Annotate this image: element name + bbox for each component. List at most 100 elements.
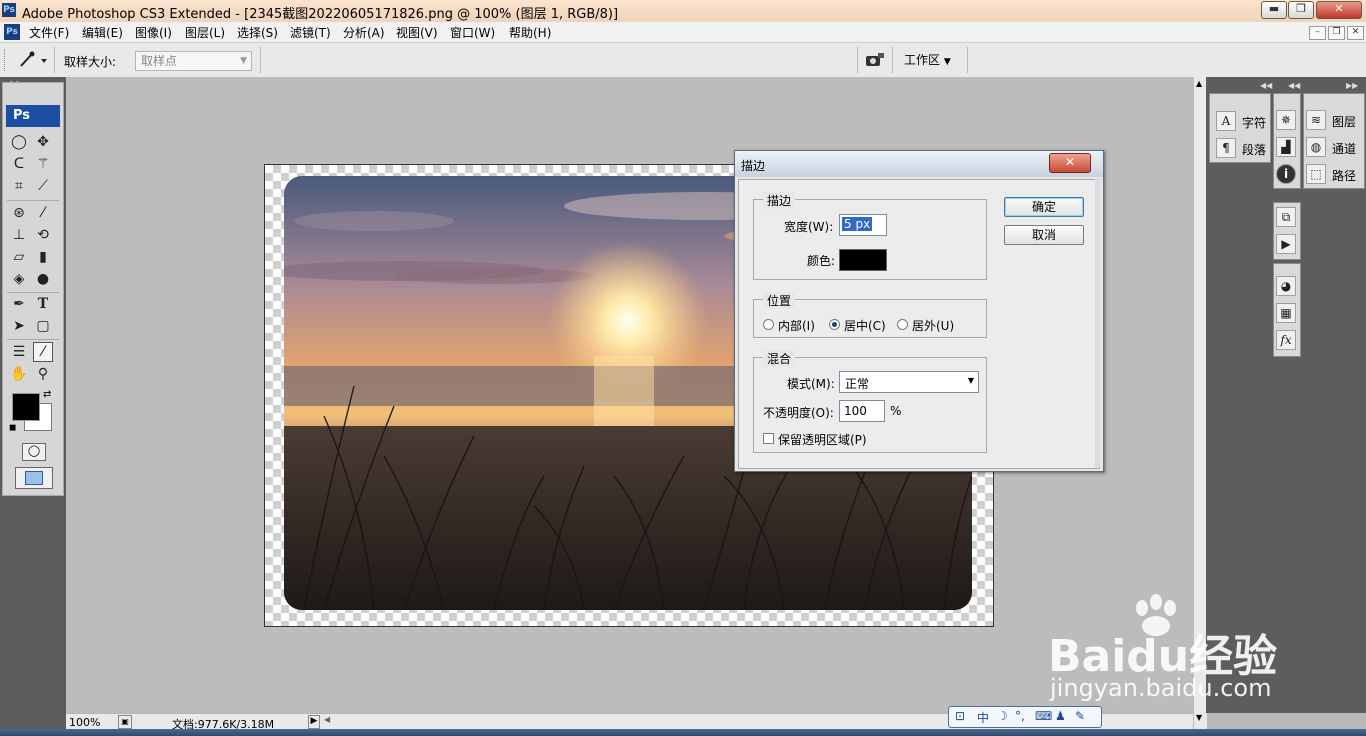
minimize-button[interactable]: ▬ <box>1261 1 1287 19</box>
history-icon[interactable]: ⧉ <box>1276 207 1296 227</box>
doc-restore-button[interactable]: ❐ <box>1328 26 1345 40</box>
collapse-arrows-icon[interactable]: ▶▶ <box>1346 81 1358 90</box>
dialog-title-bar[interactable]: 描边 ✕ <box>735 151 1103 177</box>
collapse-arrows-icon[interactable]: ◀◀ <box>1260 81 1272 90</box>
menu-image[interactable]: 图像(I) <box>135 24 172 41</box>
history-brush-icon[interactable]: ⟲ <box>33 225 53 245</box>
grip-handle[interactable] <box>4 49 8 71</box>
maximize-button[interactable]: ❐ <box>1288 1 1314 19</box>
ime-keyboard-icon[interactable]: ⌨ <box>1035 709 1052 723</box>
screen-mode-icon[interactable] <box>15 467 53 489</box>
ok-button[interactable]: 确定 <box>1004 197 1084 217</box>
menu-edit[interactable]: 编辑(E) <box>82 24 123 41</box>
gradient-icon[interactable]: ▮ <box>33 247 53 267</box>
document-icon[interactable]: Ps <box>4 24 20 40</box>
hand-icon[interactable]: ✋ <box>9 364 29 384</box>
menu-layer[interactable]: 图层(L) <box>185 24 225 41</box>
navigator-icon[interactable]: ✵ <box>1276 110 1296 130</box>
mode-select[interactable]: 正常 ▼ <box>839 371 979 393</box>
file-browser-button[interactable] <box>864 50 886 70</box>
default-colors-icon[interactable]: ◼ <box>9 423 16 433</box>
type-tool-icon[interactable]: T <box>33 294 53 314</box>
doc-minimize-button[interactable]: – <box>1309 26 1326 40</box>
radio-center-label[interactable]: 居中(C) <box>844 317 886 334</box>
layers-icon[interactable]: ≋ <box>1306 110 1326 130</box>
menu-filter[interactable]: 滤镜(T) <box>290 24 331 41</box>
opacity-input[interactable]: 100 <box>839 400 885 422</box>
ime-user-icon[interactable]: ♟ <box>1055 709 1066 723</box>
close-button[interactable]: ✕ <box>1316 1 1362 19</box>
blur-icon[interactable]: ◈ <box>9 269 29 289</box>
info-icon[interactable]: i <box>1276 164 1296 184</box>
magic-wand-icon[interactable]: ⚚ <box>33 154 53 174</box>
status-menu-arrow-icon[interactable]: ▶ <box>308 715 320 729</box>
radio-inside[interactable] <box>763 319 774 330</box>
zoom-level[interactable]: 100% <box>69 716 100 729</box>
collapse-arrows-icon[interactable]: ◀◀ <box>1288 81 1300 90</box>
dodge-icon[interactable]: ● <box>33 269 53 289</box>
path-selection-icon[interactable]: ➤ <box>9 316 29 336</box>
ime-halfwidth-icon[interactable]: ☽ <box>997 709 1008 723</box>
clone-stamp-icon[interactable]: ⊥ <box>9 225 29 245</box>
character-panel-label[interactable]: 字符 <box>1242 114 1266 131</box>
ime-chinese-mode-icon[interactable]: 中 <box>977 709 989 726</box>
radio-inside-label[interactable]: 内部(I) <box>778 317 815 334</box>
preserve-transparency-checkbox[interactable] <box>763 433 774 444</box>
swap-colors-icon[interactable]: ⇄ <box>43 389 51 400</box>
quick-mask-icon[interactable]: ◯ <box>22 443 46 461</box>
scroll-down-icon[interactable]: ▼ <box>1196 713 1202 722</box>
menu-window[interactable]: 窗口(W) <box>450 24 495 41</box>
rectangle-shape-icon[interactable]: ▢ <box>33 316 53 336</box>
foreground-color-swatch[interactable] <box>12 393 40 421</box>
channels-icon[interactable]: ◍ <box>1306 137 1326 157</box>
slice-icon[interactable]: ⟋ <box>33 176 53 196</box>
paragraph-panel-label[interactable]: 段落 <box>1242 141 1266 158</box>
stroke-color-swatch[interactable] <box>839 249 887 271</box>
radio-center[interactable] <box>829 319 840 330</box>
brush-icon[interactable]: ⁄ <box>33 203 53 223</box>
eyedropper-tool-icon[interactable]: ⁄ <box>33 342 53 362</box>
radio-outside[interactable] <box>897 319 908 330</box>
actions-icon[interactable]: ▶ <box>1276 234 1296 254</box>
ime-logo-icon[interactable]: ⊡ <box>955 709 965 723</box>
zoom-icon[interactable]: ⚲ <box>33 364 53 384</box>
histogram-icon[interactable]: ▟ <box>1276 137 1296 157</box>
menu-view[interactable]: 视图(V) <box>396 24 438 41</box>
cancel-button[interactable]: 取消 <box>1004 225 1084 245</box>
eyedropper-tool-preset[interactable] <box>15 50 49 70</box>
color-palette-icon[interactable]: ◕ <box>1276 276 1296 296</box>
spot-healing-icon[interactable]: ⊛ <box>9 203 29 223</box>
pen-icon[interactable]: ✒ <box>9 294 29 314</box>
elliptical-marquee-icon[interactable]: ◯ <box>9 132 29 152</box>
workspace-button[interactable]: 工作区 ▼ <box>904 51 962 71</box>
status-info-icon[interactable]: ▣ <box>118 715 132 729</box>
ime-punctuation-icon[interactable]: °, <box>1015 709 1025 723</box>
swatches-grid-icon[interactable]: ▦ <box>1276 303 1296 323</box>
paths-icon[interactable]: ⬚ <box>1306 164 1326 184</box>
move-tool-icon[interactable]: ✥ <box>33 132 53 152</box>
menu-file[interactable]: 文件(F) <box>29 24 69 41</box>
notes-icon[interactable]: ☰ <box>9 342 29 362</box>
styles-fx-icon[interactable]: fx <box>1276 330 1296 350</box>
paths-panel-label[interactable]: 路径 <box>1332 167 1356 184</box>
eraser-icon[interactable]: ▱ <box>9 247 29 267</box>
lasso-icon[interactable]: ᑕ <box>9 154 29 174</box>
menu-select[interactable]: 选择(S) <box>237 24 278 41</box>
radio-outside-label[interactable]: 居外(U) <box>912 317 954 334</box>
layers-panel-label[interactable]: 图层 <box>1332 113 1356 130</box>
scroll-up-icon[interactable]: ▲ <box>1196 79 1202 88</box>
menu-analysis[interactable]: 分析(A) <box>343 24 385 41</box>
dialog-close-button[interactable]: ✕ <box>1049 153 1091 173</box>
character-icon[interactable]: A <box>1216 111 1236 131</box>
channels-panel-label[interactable]: 通道 <box>1332 140 1356 157</box>
crop-icon[interactable]: ⌗ <box>9 176 29 196</box>
ime-settings-icon[interactable]: ✎ <box>1075 709 1085 723</box>
menu-help[interactable]: 帮助(H) <box>509 24 551 41</box>
scroll-left-icon[interactable]: ◀ <box>324 715 330 724</box>
preserve-transparency-label[interactable]: 保留透明区域(P) <box>778 431 867 448</box>
toolbox-logo[interactable]: Ps <box>6 105 60 127</box>
doc-close-button[interactable]: ✕ <box>1347 26 1364 40</box>
width-input[interactable]: 5 px <box>839 214 887 236</box>
paragraph-icon[interactable]: ¶ <box>1216 138 1236 158</box>
sample-size-select[interactable]: 取样点 ▼ <box>135 51 252 71</box>
